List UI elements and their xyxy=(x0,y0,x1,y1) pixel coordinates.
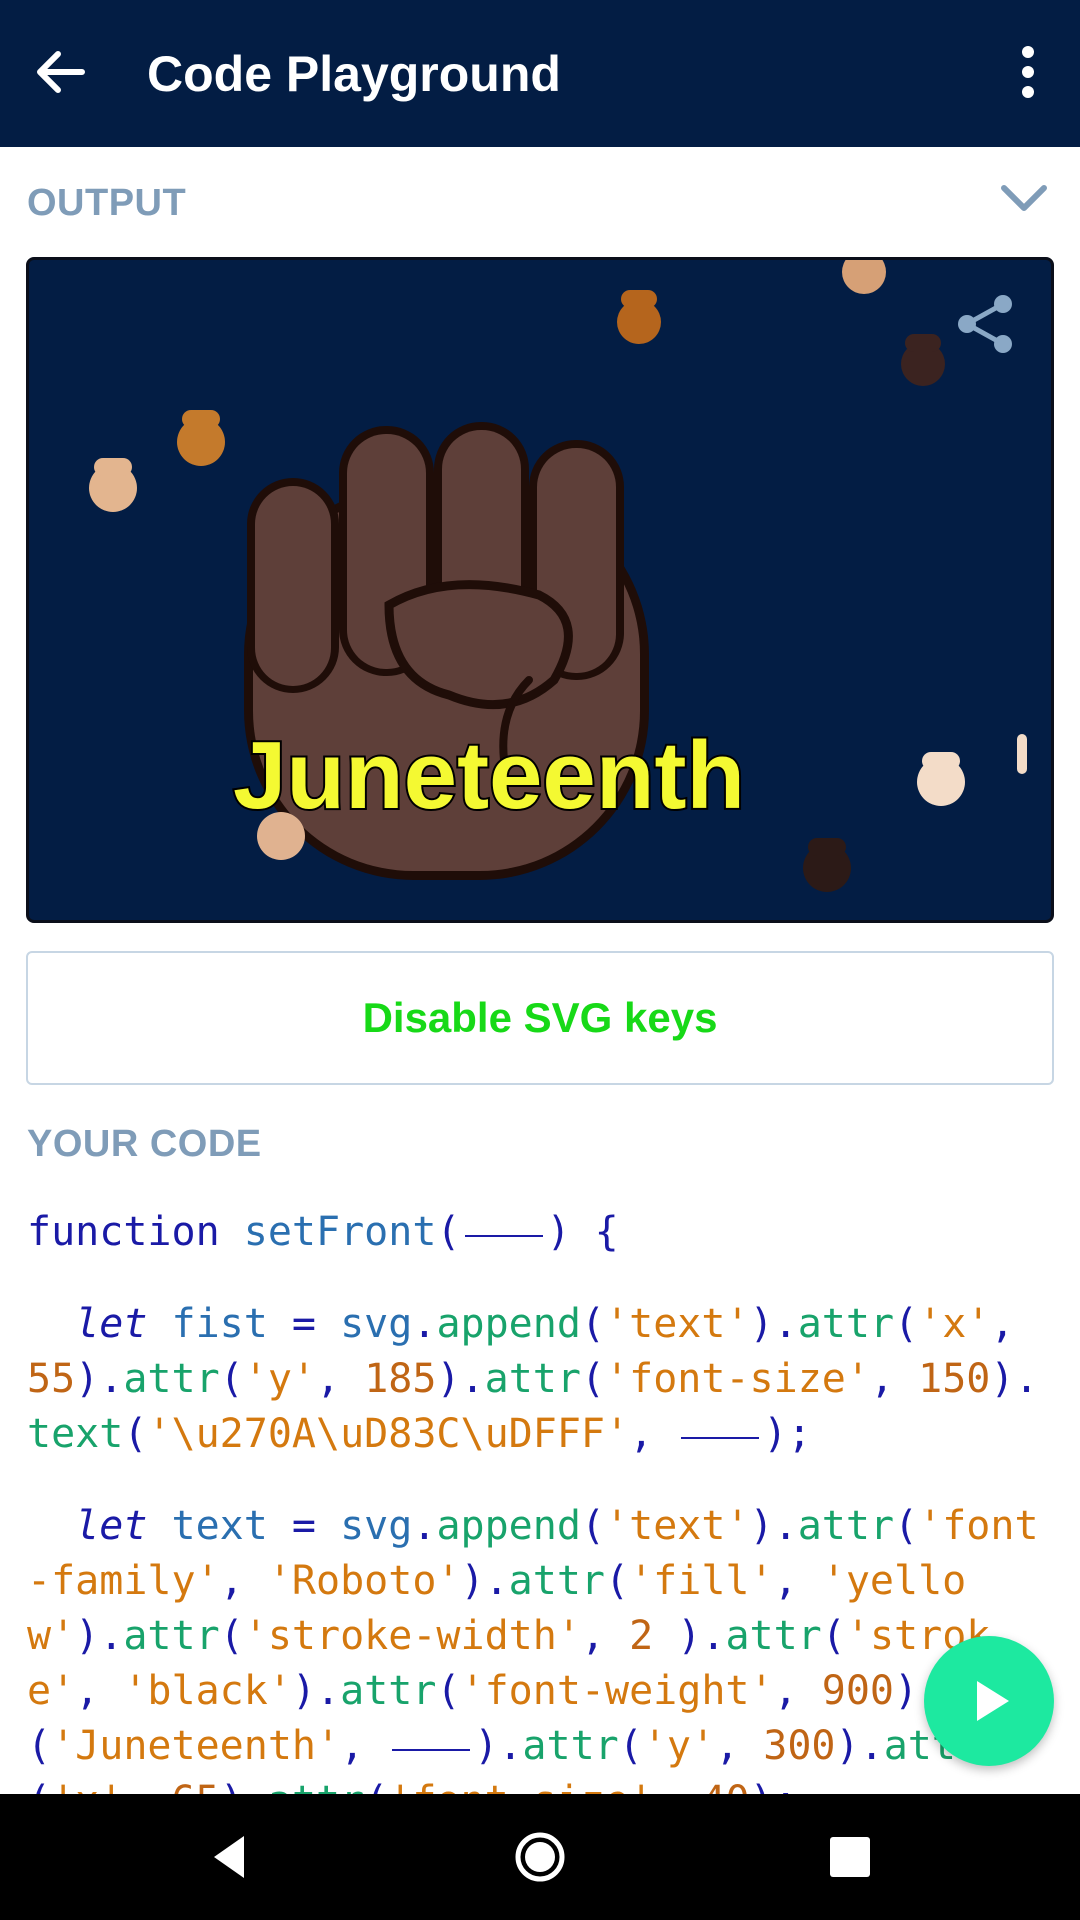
small-fist-emoji xyxy=(901,334,945,386)
small-fist-emoji xyxy=(89,458,137,512)
code-blank-input[interactable] xyxy=(681,1436,760,1439)
code-editor[interactable]: function setFront() { let fist = svg.app… xyxy=(27,1205,1057,1795)
play-icon xyxy=(977,1681,1009,1721)
system-nav-bar xyxy=(0,1794,1080,1920)
small-fist-emoji xyxy=(842,260,886,294)
code-blank-input[interactable] xyxy=(464,1234,543,1237)
nav-home-icon[interactable] xyxy=(505,1822,575,1892)
small-fist-emoji xyxy=(177,410,225,466)
arrow-back-icon[interactable] xyxy=(24,36,96,108)
small-fist-emoji xyxy=(803,838,851,892)
disable-svg-keys-button[interactable]: Disable SVG keys xyxy=(26,951,1054,1085)
output-svg: Juneteenth xyxy=(89,260,1027,892)
small-fist-emoji xyxy=(1017,734,1027,774)
code-blank-input[interactable] xyxy=(392,1748,471,1751)
run-button[interactable] xyxy=(924,1636,1054,1766)
nav-back-icon[interactable] xyxy=(196,1822,266,1892)
output-label: OUTPUT xyxy=(27,182,187,224)
output-canvas[interactable]: Juneteenth xyxy=(26,257,1054,923)
page-title: Code Playground xyxy=(147,46,561,102)
small-fist-emoji xyxy=(917,752,965,806)
small-fist-emoji xyxy=(617,290,661,344)
chevron-down-icon[interactable] xyxy=(988,176,1060,224)
share-icon[interactable] xyxy=(949,288,1021,360)
code-line-fist: let fist = svg.append('text').attr('x', … xyxy=(27,1301,1039,1457)
nav-recent-icon[interactable] xyxy=(815,1822,885,1892)
your-code-label: YOUR CODE xyxy=(27,1123,262,1165)
app-bar: Code Playground xyxy=(0,0,1080,147)
code-line-function: function setFront() { xyxy=(27,1209,619,1255)
code-line-text: let text = svg.append('text').attr('font… xyxy=(27,1503,1039,1795)
juneteenth-headline: Juneteenth xyxy=(233,722,745,829)
more-vert-icon[interactable] xyxy=(992,36,1064,108)
